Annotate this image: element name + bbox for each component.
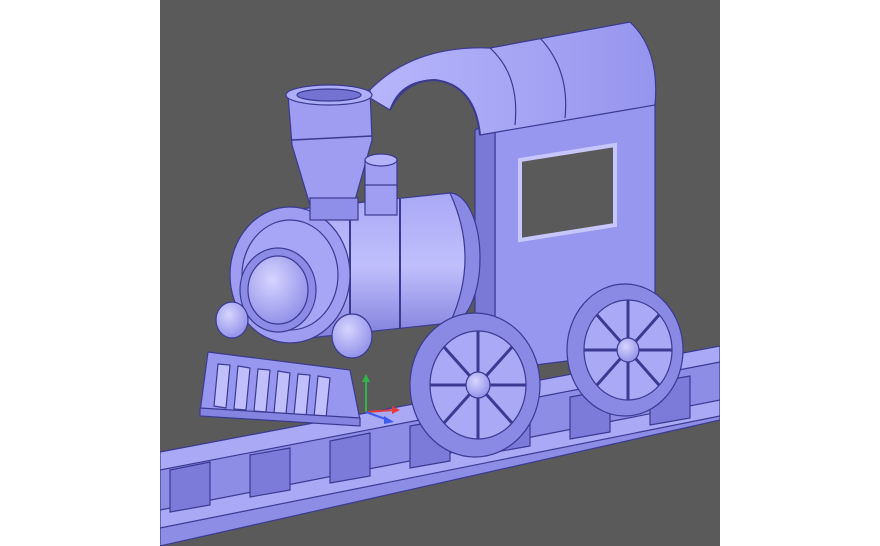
rear-wheel-hub <box>616 337 640 363</box>
headlight-lens <box>247 255 309 325</box>
steam-dome[interactable] <box>364 153 398 216</box>
front-wheel[interactable] <box>409 312 541 458</box>
dome-top <box>364 153 398 167</box>
app-canvas <box>0 0 880 546</box>
front-wheel-hub <box>465 371 491 399</box>
stack-base <box>309 197 359 221</box>
model-render[interactable] <box>160 0 720 546</box>
rear-wheel[interactable] <box>566 283 684 417</box>
buffer-right <box>331 313 373 359</box>
headlight[interactable] <box>239 247 317 333</box>
3d-viewport[interactable] <box>160 0 720 546</box>
stack-top-inner <box>296 88 362 102</box>
dome-cylinder <box>364 159 398 216</box>
buffer-left <box>215 301 249 339</box>
